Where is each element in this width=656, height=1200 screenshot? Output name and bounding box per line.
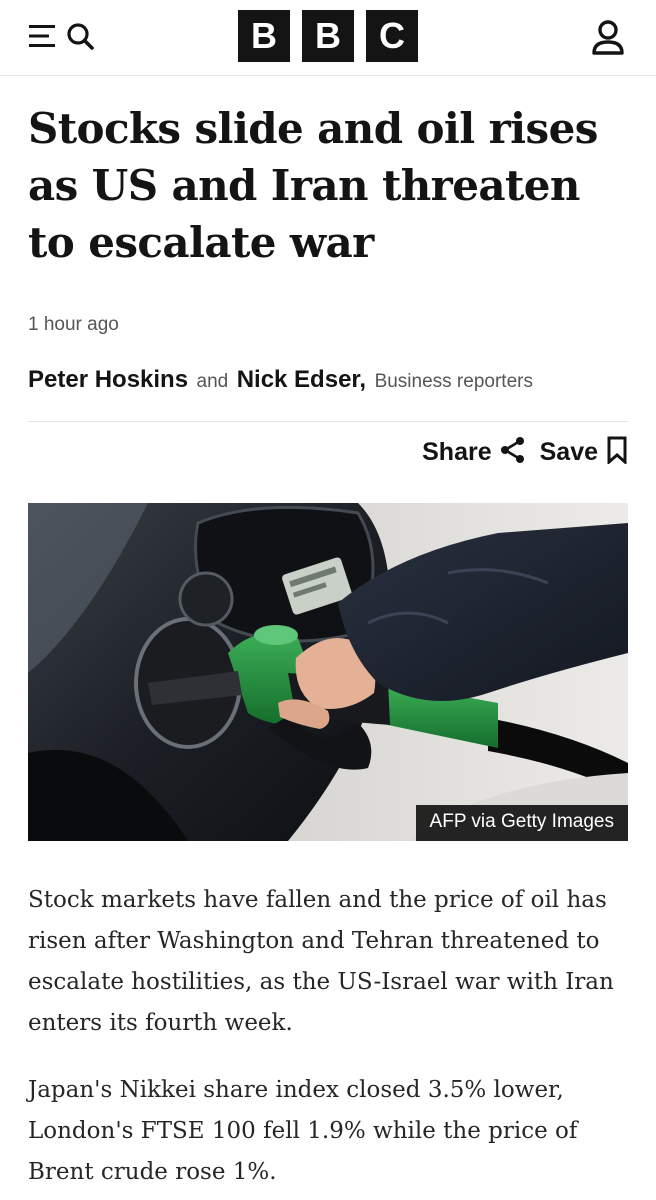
fuel-pump-photo — [28, 503, 628, 841]
account-button[interactable] — [586, 16, 630, 60]
image-credit: AFP via Getty Images — [415, 805, 628, 841]
article-paragraph: Japan's Nikkei share index closed 3.5% l… — [28, 1077, 578, 1185]
share-icon — [500, 436, 526, 469]
article-paragraph: Stock markets have fallen and the price … — [28, 887, 614, 1036]
byline: Peter Hoskins and Nick Edser, Business r… — [28, 366, 628, 394]
article-timestamp: 1 hour ago — [28, 314, 119, 335]
logo-block: B — [238, 10, 290, 62]
author-name: Nick Edser, — [236, 366, 367, 393]
article-actions: Share Save — [422, 436, 628, 469]
logo-block: B — [302, 10, 354, 62]
share-button[interactable]: Share — [422, 436, 525, 469]
article-image: AFP via Getty Images — [28, 503, 628, 841]
save-label: Save — [539, 438, 598, 466]
save-button[interactable]: Save — [540, 436, 628, 469]
bookmark-icon — [606, 436, 628, 469]
top-navigation-bar: B B C — [0, 0, 656, 76]
article-headline: Stocks slide and oil rises as US and Ira… — [28, 104, 598, 267]
byline-conjunction: and — [196, 371, 229, 392]
share-label: Share — [422, 438, 492, 466]
menu-icon — [28, 22, 62, 55]
search-icon — [66, 21, 96, 56]
menu-search-button[interactable] — [28, 22, 100, 54]
divider — [28, 421, 628, 422]
logo-block: C — [366, 10, 418, 62]
author-name: Peter Hoskins — [28, 366, 189, 393]
account-icon — [586, 20, 630, 64]
author-role: Business reporters — [374, 371, 533, 392]
bbc-logo[interactable]: B B C — [238, 10, 418, 62]
